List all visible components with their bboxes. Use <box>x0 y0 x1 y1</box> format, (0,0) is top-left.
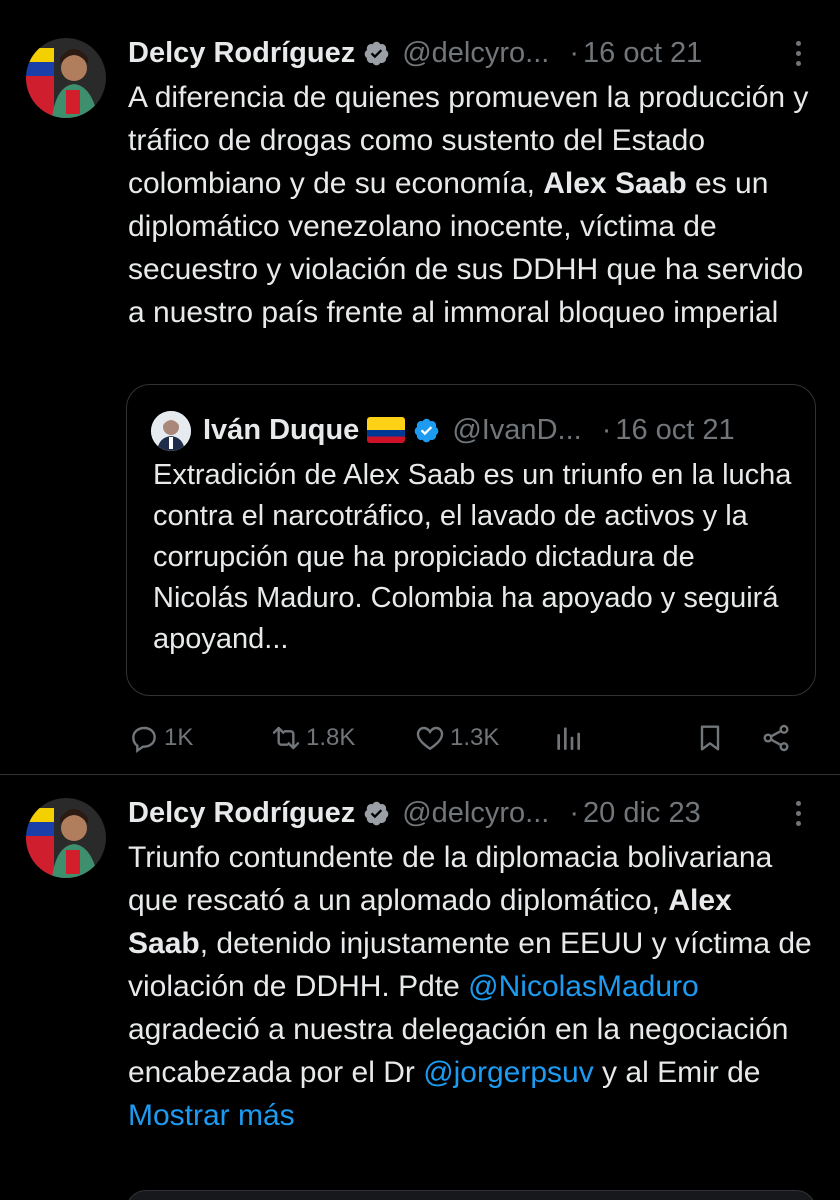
separator-dot: · <box>569 796 579 829</box>
analytics-icon <box>557 727 580 750</box>
separator-dot: · <box>601 413 612 446</box>
quoted-tweet-partial[interactable] <box>126 1190 816 1200</box>
tweet-date[interactable]: 20 dic 23 <box>583 797 701 830</box>
repost-button[interactable]: 1.8K <box>270 718 355 758</box>
show-more-link[interactable]: Mostrar más <box>128 1099 295 1132</box>
separator-dot: · <box>569 36 579 69</box>
share-button[interactable] <box>760 718 792 758</box>
verified-badge-icon <box>363 40 390 67</box>
tweet[interactable]: Delcy Rodríguez @delcyro... · 16 oct 21 … <box>0 0 840 775</box>
more-options-icon[interactable] <box>790 798 806 828</box>
bookmark-button[interactable] <box>694 718 726 758</box>
quoted-tweet-header: Iván Duque @IvanD... · 16 oct 21 <box>203 413 791 447</box>
author-name[interactable]: Delcy Rodríguez <box>128 37 355 70</box>
like-button[interactable]: 1.3K <box>414 718 499 758</box>
repost-icon <box>272 726 300 750</box>
like-count: 1.3K <box>450 724 500 751</box>
tweet-text-part: y al Emir de <box>593 1056 761 1089</box>
views-button[interactable] <box>552 718 584 758</box>
verified-badge-icon <box>413 417 440 444</box>
quoted-tweet-date[interactable]: 16 oct 21 <box>615 414 734 447</box>
colombia-flag-icon <box>367 417 406 443</box>
bookmark-icon <box>700 725 720 751</box>
verified-badge-icon <box>363 800 390 827</box>
share-icon <box>763 724 789 752</box>
tweet-text-bold: Alex Saab <box>543 167 687 200</box>
reply-button[interactable]: 1K <box>128 718 193 758</box>
author-handle[interactable]: @delcyro... <box>402 37 549 70</box>
quoted-author-avatar[interactable] <box>151 411 191 451</box>
heart-icon <box>416 726 444 751</box>
author-avatar[interactable] <box>26 38 106 118</box>
quoted-author-handle[interactable]: @IvanD... <box>452 414 581 447</box>
tweet-date[interactable]: 16 oct 21 <box>583 37 702 70</box>
author-name[interactable]: Delcy Rodríguez <box>128 797 355 830</box>
tweet-text: Triunfo contundente de la diplomacia bol… <box>128 836 820 1137</box>
tweet-text: A diferencia de quienes promueven la pro… <box>128 76 820 334</box>
tweet-header: Delcy Rodríguez @delcyro... · 20 dic 23 <box>128 796 814 830</box>
more-options-icon[interactable] <box>790 38 806 68</box>
author-handle[interactable]: @delcyro... <box>402 797 549 830</box>
author-avatar[interactable] <box>26 798 106 878</box>
repost-count: 1.8K <box>306 724 356 751</box>
tweet-header: Delcy Rodríguez @delcyro... · 16 oct 21 <box>128 36 814 70</box>
reply-count: 1K <box>164 724 194 751</box>
quoted-tweet[interactable]: Iván Duque @IvanD... · 16 oct 21 Extradi… <box>126 384 816 696</box>
tweet[interactable]: Delcy Rodríguez @delcyro... · 20 dic 23 … <box>0 776 840 1200</box>
tweet-actions: 1K 1.8K 1.3K <box>128 718 808 758</box>
quoted-author-name[interactable]: Iván Duque <box>203 414 359 447</box>
mention-link[interactable]: @jorgerpsuv <box>423 1056 594 1089</box>
quoted-tweet-text: Extradición de Alex Saab es un triunfo e… <box>153 459 792 655</box>
mention-link[interactable]: @NicolasMaduro <box>468 970 699 1003</box>
reply-icon <box>132 726 156 753</box>
